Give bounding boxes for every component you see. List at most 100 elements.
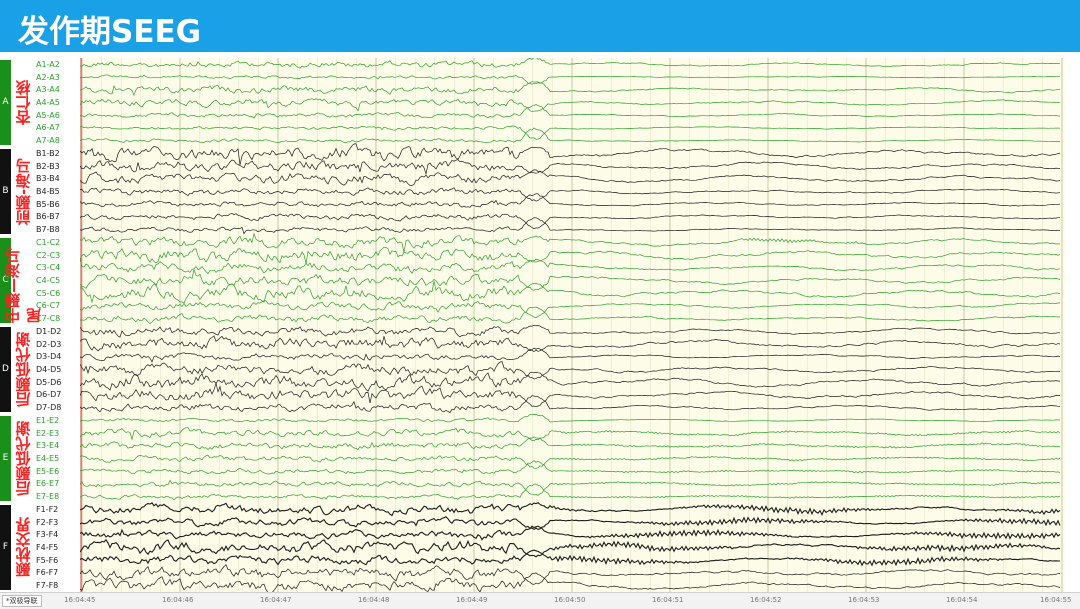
eeg-trace: [80, 127, 1061, 144]
eeg-trace: [80, 427, 1061, 441]
eeg-trace: [80, 143, 1061, 165]
channel-label: F2-F3: [36, 517, 59, 527]
eeg-trace: [80, 193, 1061, 208]
eeg-trace: [80, 324, 1061, 338]
eeg-trace: [80, 479, 1061, 496]
time-tick-label: 16:04:54: [946, 596, 978, 604]
eeg-trace: [80, 347, 1061, 363]
montage-selector[interactable]: *双极导联: [2, 595, 42, 607]
eeg-trace: [80, 371, 1061, 392]
eeg-trace: [80, 381, 1061, 408]
eeg-trace: [80, 525, 1061, 541]
channel-label: C1-C2: [36, 237, 61, 247]
region-label: 后颞低代谢: [14, 332, 33, 407]
channel-label: E7-E8: [36, 492, 60, 502]
eeg-trace: [80, 436, 1061, 451]
eeg-trace: [80, 103, 1061, 119]
channel-label: F5-F6: [36, 555, 59, 565]
channel-label: A3-A4: [36, 85, 60, 95]
group-letter: A: [2, 96, 9, 107]
channel-label: B5-B6: [36, 199, 60, 209]
time-tick-label: 16:04:45: [64, 596, 96, 604]
eeg-trace: [80, 335, 1061, 353]
eeg-trace: [80, 187, 1061, 202]
eeg-trace: [80, 81, 1061, 97]
eeg-trace: [80, 232, 1061, 253]
eeg-trace-canvas: [80, 58, 1063, 592]
channel-label: B1-B2: [36, 148, 60, 158]
region-label: 颞枕交界: [14, 517, 33, 578]
channel-label: F4-F5: [36, 543, 59, 552]
channel-label: E1-E2: [36, 415, 60, 425]
eeg-trace: [80, 564, 1061, 585]
eeg-trace: [80, 300, 1061, 318]
time-tick-label: 16:04:47: [260, 596, 292, 604]
region-label: 杏仁核: [14, 80, 33, 125]
channel-label: A5-A6: [36, 110, 60, 120]
eeg-trace: [80, 98, 1061, 112]
channel-label: A6-A7: [36, 123, 60, 133]
eeg-trace: [80, 549, 1060, 567]
eeg-trace: [80, 159, 1061, 176]
eeg-trace: [80, 213, 1060, 230]
channel-label: C5-C6: [36, 288, 61, 298]
eeg-trace: [80, 538, 1061, 558]
channel-label: D1-D2: [36, 326, 62, 336]
channel-label-panel: A 杏仁核 A1-A2 A2-A3 A3-A4 A4-A5 A5-A6 A6-A7 A7-A8 B…: [0, 58, 80, 592]
channel-label: C3-C4: [36, 263, 61, 273]
channel-label: D5-D6: [36, 377, 62, 387]
page-title: 发作期SEEG: [18, 14, 202, 50]
channel-label: D2-D3: [36, 339, 62, 349]
channel-label: C2-C3: [36, 250, 61, 260]
channel-label: B2-B3: [36, 161, 60, 171]
eeg-trace: [80, 572, 1061, 592]
channel-label: E2-E3: [36, 428, 60, 438]
channel-label: D7-D8: [36, 403, 62, 413]
time-tick-label: 16:04:49: [456, 596, 488, 604]
eeg-trace: [80, 483, 1061, 501]
eeg-trace: [80, 306, 1061, 324]
channel-label: A1-A2: [36, 59, 60, 69]
channel-label: F3-F4: [36, 530, 59, 540]
time-axis-bar: *双极导联 16:04:45 16:04:46 16:04:47 16:04:48 16…: [0, 592, 1080, 609]
time-tick-label: 16:04:55: [1040, 596, 1072, 604]
channel-label: B4-B5: [36, 187, 60, 196]
channel-label: E4-E5: [36, 454, 60, 463]
eeg-trace: [80, 502, 1061, 517]
channel-label: D4-D5: [36, 365, 62, 374]
channel-label: D3-D4: [36, 352, 62, 362]
eeg-trace: [80, 258, 1061, 275]
group-letter: B: [2, 185, 9, 196]
channel-label: F1-F2: [36, 504, 59, 514]
channel-label: F6-F7: [36, 568, 59, 578]
region-label: 中颞—海马尾: [4, 248, 43, 323]
eeg-trace: [80, 361, 1061, 380]
eeg-trace: [80, 281, 1061, 304]
channel-label: C6-C7: [36, 301, 61, 311]
eeg-trace: [80, 395, 1060, 413]
channel-label: A7-A8: [36, 136, 60, 146]
eeg-trace: [80, 246, 1061, 264]
time-tick-label: 16:04:53: [848, 596, 880, 604]
eeg-trace: [80, 217, 1061, 235]
eeg-trace: [80, 455, 1061, 469]
channel-label: B7-B8: [36, 225, 60, 235]
channel-label: C7-C8: [36, 314, 61, 324]
right-margin: [1065, 58, 1080, 592]
title-bar: 发作期SEEG: [0, 0, 1080, 52]
region-label: 后颞低代谢: [14, 421, 33, 496]
eeg-trace: [80, 413, 1061, 423]
eeg-trace: [80, 74, 1061, 85]
group-letter: F: [2, 541, 9, 552]
channel-label: B6-B7: [36, 212, 60, 222]
channel-label: A2-A3: [36, 72, 60, 82]
time-tick-label: 16:04:50: [554, 596, 586, 604]
eeg-trace: [80, 125, 1061, 140]
time-tick-label: 16:04:46: [162, 596, 194, 604]
eeg-trace: [80, 58, 1061, 69]
eeg-trace: [80, 460, 1061, 475]
channel-label: F7-F8: [36, 581, 59, 591]
channel-label: C4-C5: [36, 276, 61, 285]
group-letter: D: [2, 363, 9, 374]
time-tick-label: 16:04:48: [358, 596, 390, 604]
